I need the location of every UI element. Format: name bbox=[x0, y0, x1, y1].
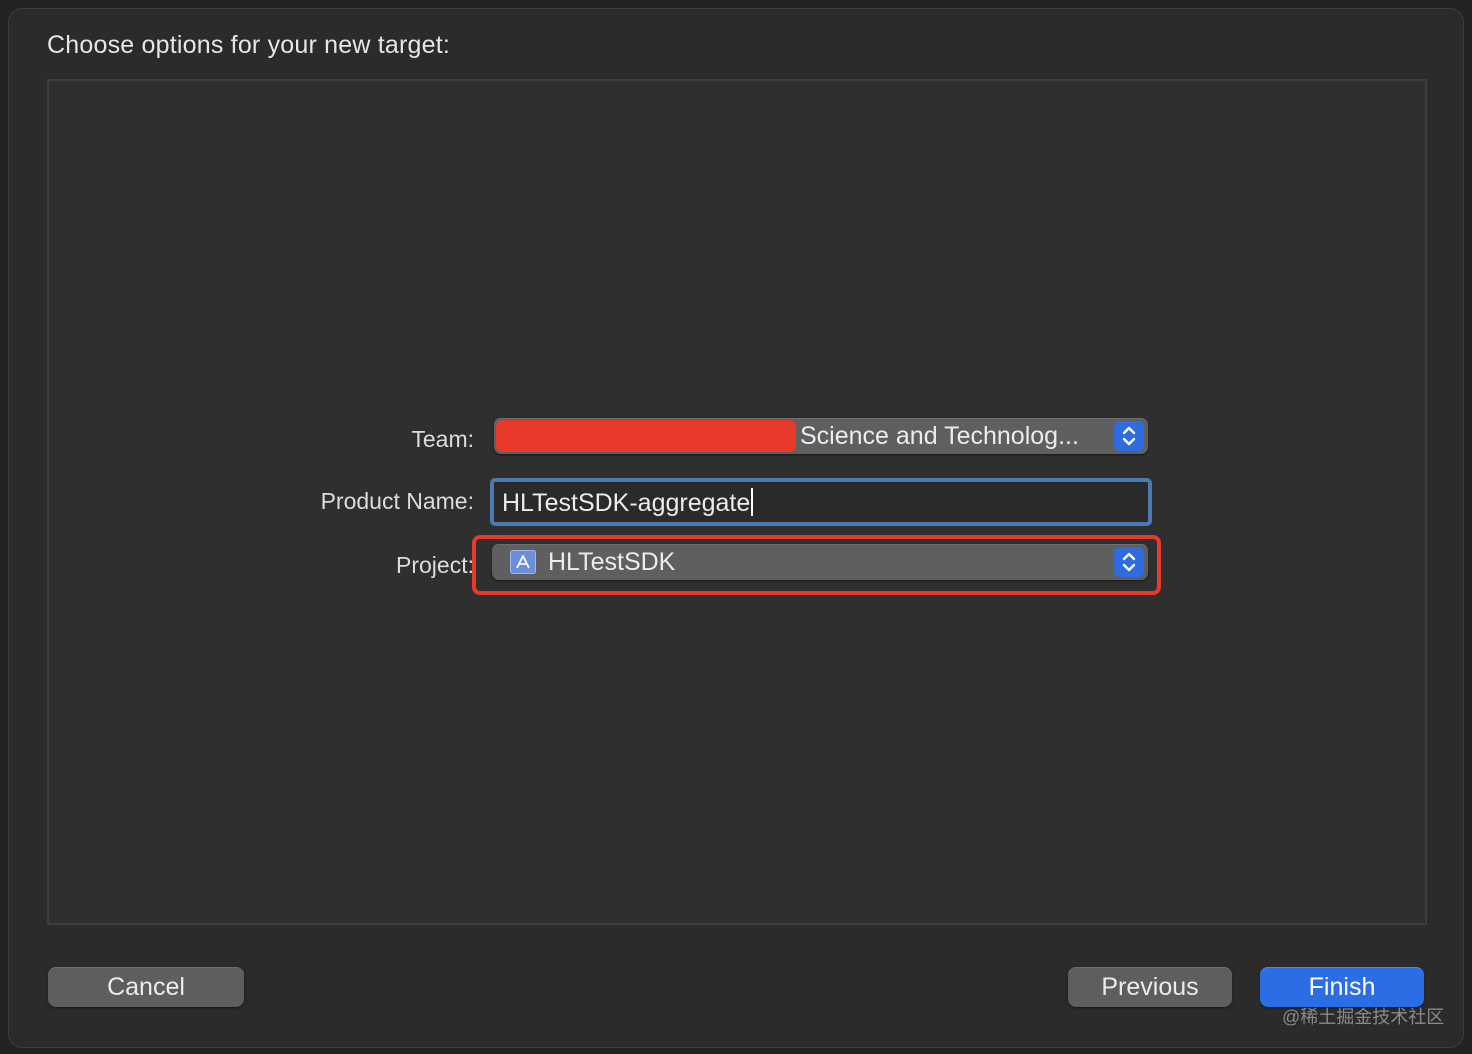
product-name-label: Product Name: bbox=[320, 488, 474, 514]
watermark: @稀土掘金技术社区 bbox=[1282, 1007, 1445, 1027]
finish-button[interactable]: Finish bbox=[1260, 967, 1424, 1007]
previous-button[interactable]: Previous bbox=[1068, 967, 1232, 1007]
chevron-up-down-icon bbox=[1114, 421, 1144, 451]
product-name-value: HLTestSDK-aggregate bbox=[502, 489, 751, 517]
team-popup[interactable]: Science and Technolog... bbox=[494, 418, 1148, 454]
cancel-button[interactable]: Cancel bbox=[48, 967, 244, 1007]
product-name-value-wrap: HLTestSDK-aggregate bbox=[502, 488, 754, 518]
sheet-title: Choose options for your new target: bbox=[47, 31, 451, 59]
product-name-field[interactable]: HLTestSDK-aggregate bbox=[490, 478, 1152, 526]
text-caret bbox=[751, 488, 754, 516]
new-target-options-sheet: Choose options for your new target: bbox=[8, 8, 1464, 1048]
team-label: Team: bbox=[411, 426, 474, 452]
redacted-team-name bbox=[496, 420, 796, 452]
team-popup-value: Science and Technolog... bbox=[800, 422, 1079, 450]
project-label: Project: bbox=[396, 552, 474, 578]
project-highlight-annotation bbox=[472, 535, 1161, 595]
